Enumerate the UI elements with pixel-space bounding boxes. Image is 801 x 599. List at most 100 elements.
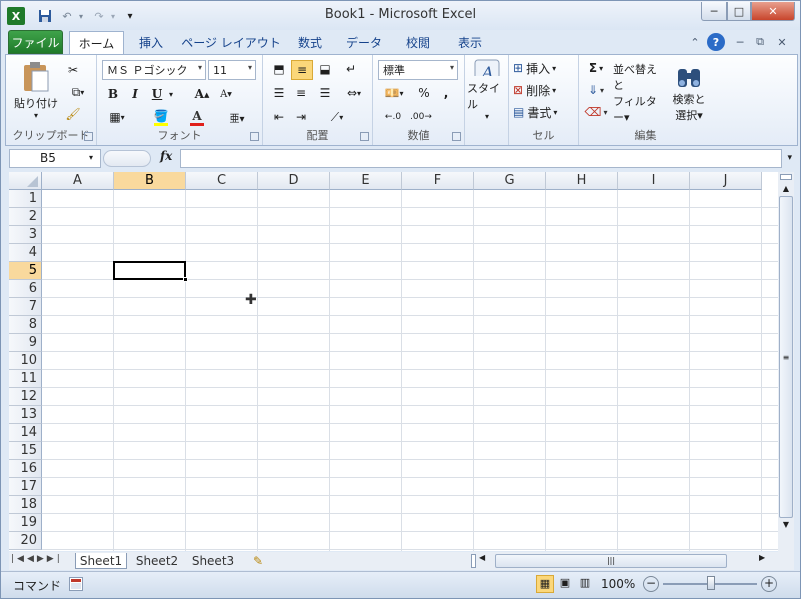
expand-formula-bar-icon[interactable]: ▾ xyxy=(787,153,792,163)
column-header-j[interactable]: J xyxy=(690,172,762,190)
column-header-h[interactable]: H xyxy=(546,172,618,190)
increase-indent-icon[interactable]: ⇥ xyxy=(291,108,311,126)
zoom-out-icon[interactable]: − xyxy=(643,576,659,592)
row-header-4[interactable]: 4 xyxy=(9,244,42,262)
font-launcher-icon[interactable] xyxy=(250,132,259,141)
tab-home[interactable]: ホーム xyxy=(69,31,124,54)
find-select-button[interactable]: 検索と 選択▾ xyxy=(669,59,709,125)
phonetic-guide-icon[interactable]: 亜▾ xyxy=(225,108,249,126)
minimize-button[interactable]: ─ xyxy=(701,2,727,21)
column-header-c[interactable]: C xyxy=(186,172,258,190)
merge-center-icon[interactable]: ⇔ ▾ xyxy=(341,84,367,102)
format-cells-button[interactable]: ▤ 書式 ▾ xyxy=(513,103,573,121)
font-size-combo[interactable]: 11 ▾ xyxy=(208,60,256,80)
select-all-corner[interactable] xyxy=(9,172,42,190)
fill-color-icon[interactable]: 🪣 xyxy=(147,108,175,126)
workbook-minimize-icon[interactable]: ─ xyxy=(731,33,749,51)
sort-filter-button[interactable]: AZ 並べ替えと フィルター▾ xyxy=(613,59,665,125)
help-icon[interactable]: ? xyxy=(707,33,725,51)
tab-data[interactable]: データ xyxy=(339,31,389,54)
styles-button[interactable]: A スタイル ▾ xyxy=(467,59,507,121)
formula-expand-handle[interactable] xyxy=(103,150,151,167)
tab-review[interactable]: 校閲 xyxy=(397,31,439,54)
row-header-16[interactable]: 16 xyxy=(9,460,42,478)
fill-icon[interactable]: ⇓ ▾ xyxy=(583,81,609,99)
row-header-18[interactable]: 18 xyxy=(9,496,42,514)
insert-cells-button[interactable]: ⊞ 挿入 ▾ xyxy=(513,59,573,77)
tab-insert[interactable]: 挿入 xyxy=(129,31,173,54)
split-box-horizontal[interactable] xyxy=(471,554,476,568)
align-center-icon[interactable]: ≡ xyxy=(291,84,311,102)
row-header-8[interactable]: 8 xyxy=(9,316,42,334)
zoom-in-icon[interactable]: + xyxy=(761,576,777,592)
row-header-13[interactable]: 13 xyxy=(9,406,42,424)
format-painter-icon[interactable]: 🖌 xyxy=(64,105,82,123)
sheet-tab-1[interactable]: Sheet1 xyxy=(75,553,127,569)
maximize-button[interactable]: □ xyxy=(727,2,751,21)
column-header-g[interactable]: G xyxy=(474,172,546,190)
cut-icon[interactable]: ✂ xyxy=(64,61,82,79)
minimize-ribbon-icon[interactable]: ⌃ xyxy=(686,33,704,51)
scroll-down-icon[interactable]: ▼ xyxy=(778,518,794,532)
comma-button[interactable]: , xyxy=(439,84,453,102)
scroll-left-icon[interactable]: ◀ xyxy=(479,553,485,562)
increase-decimal-icon[interactable]: ←.0 xyxy=(381,108,405,126)
currency-icon[interactable]: 💴 ▾ xyxy=(379,84,409,102)
bold-button[interactable]: B xyxy=(105,85,121,103)
sheet-tab-2[interactable]: Sheet2 xyxy=(131,553,183,569)
row-header-3[interactable]: 3 xyxy=(9,226,42,244)
fill-handle[interactable] xyxy=(183,277,188,282)
row-header-14[interactable]: 14 xyxy=(9,424,42,442)
formula-input[interactable] xyxy=(180,149,782,168)
borders-icon[interactable]: ▦ ▾ xyxy=(103,108,131,126)
autosum-button[interactable]: Σ ▾ xyxy=(583,59,609,77)
page-layout-view-icon[interactable]: ▣ xyxy=(556,575,574,593)
column-header-a[interactable]: A xyxy=(42,172,114,190)
close-button[interactable]: ✕ xyxy=(751,2,795,21)
delete-cells-button[interactable]: ⊠ 削除 ▾ xyxy=(513,81,573,99)
tab-file[interactable]: ファイル xyxy=(8,30,63,54)
column-header-b[interactable]: B xyxy=(114,172,186,190)
align-left-icon[interactable]: ☰ xyxy=(269,84,289,102)
paste-button[interactable]: 貼り付け ▾ xyxy=(12,59,60,121)
row-header-20[interactable]: 20 xyxy=(9,532,42,550)
name-box-dropdown-icon[interactable]: ▾ xyxy=(89,153,93,162)
scroll-up-icon[interactable]: ▲ xyxy=(778,182,794,196)
grow-font-button[interactable]: A ▲ xyxy=(193,85,211,103)
zoom-slider-thumb[interactable] xyxy=(707,576,715,590)
row-header-12[interactable]: 12 xyxy=(9,388,42,406)
vertical-scrollbar[interactable]: ▲ ≡ ▼ xyxy=(778,172,794,553)
workbook-close-icon[interactable]: ✕ xyxy=(773,33,791,51)
italic-button[interactable]: I xyxy=(127,85,143,103)
row-header-2[interactable]: 2 xyxy=(9,208,42,226)
orientation-icon[interactable]: ⟋ ▾ xyxy=(323,108,351,126)
workbook-restore-icon[interactable]: ⧉ xyxy=(751,33,769,51)
shrink-font-button[interactable]: A ▼ xyxy=(217,85,235,103)
number-launcher-icon[interactable] xyxy=(452,132,461,141)
row-header-11[interactable]: 11 xyxy=(9,370,42,388)
row-header-15[interactable]: 15 xyxy=(9,442,42,460)
align-top-icon[interactable]: ⬒ xyxy=(269,60,289,78)
row-header-9[interactable]: 9 xyxy=(9,334,42,352)
clear-icon[interactable]: ⌫ ▾ xyxy=(583,103,609,121)
alignment-launcher-icon[interactable] xyxy=(360,132,369,141)
sheet-nav-icons[interactable]: |◀◀▶▶| xyxy=(11,554,63,564)
align-bottom-icon[interactable]: ⬓ xyxy=(315,60,335,78)
percent-button[interactable]: % xyxy=(417,84,431,102)
name-box[interactable]: B5 xyxy=(9,149,101,168)
number-format-combo[interactable]: 標準 ▾ xyxy=(378,60,458,80)
macro-record-icon[interactable] xyxy=(69,577,83,591)
scroll-right-icon[interactable]: ▶ xyxy=(759,553,765,562)
align-middle-icon[interactable]: ≡ xyxy=(291,60,313,80)
row-header-1[interactable]: 1 xyxy=(9,190,42,208)
column-header-e[interactable]: E xyxy=(330,172,402,190)
sheet-tab-3[interactable]: Sheet3 xyxy=(187,553,239,569)
tab-view[interactable]: 表示 xyxy=(449,31,491,54)
column-header-f[interactable]: F xyxy=(402,172,474,190)
row-header-6[interactable]: 6 xyxy=(9,280,42,298)
decrease-indent-icon[interactable]: ⇤ xyxy=(269,108,289,126)
clipboard-launcher-icon[interactable] xyxy=(84,132,93,141)
underline-button[interactable]: U xyxy=(149,85,165,103)
copy-icon[interactable]: ⧉ ▾ xyxy=(64,83,92,101)
worksheet-grid[interactable]: ABCDEFGHIJ 1 2 3 4 5 6 7 8 9 10 11 12 13 14 15 16 17 18 19… xyxy=(9,172,779,551)
